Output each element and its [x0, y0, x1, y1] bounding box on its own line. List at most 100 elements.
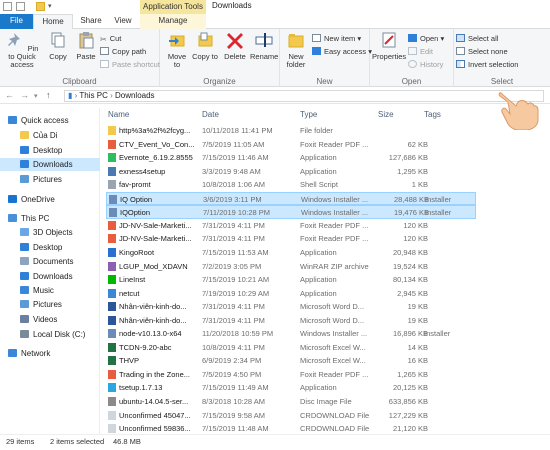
up-arrow-icon[interactable]: ↑	[46, 90, 51, 100]
file-row[interactable]: IQ Option 3/6/2019 3:11 PM Windows Install…	[106, 191, 476, 206]
nav-item-pictures[interactable]: Pictures	[0, 298, 100, 311]
easy-access-button[interactable]: Easy access ▾	[312, 46, 372, 57]
quick-access-dropdown-icon[interactable]: ▾	[48, 2, 52, 10]
nav-item-quick-access[interactable]: Quick access	[0, 114, 100, 127]
nav-item-desktop[interactable]: Desktop	[0, 241, 100, 254]
nav-item-label: Quick access	[21, 116, 69, 125]
invert-selection-label: Invert selection	[468, 60, 519, 69]
file-row[interactable]: Nhân-viên-kinh-do... 7/31/2019 4:11 PM Mic…	[106, 314, 476, 328]
back-arrow-icon[interactable]: ←	[5, 90, 14, 100]
invert-selection-button[interactable]: Invert selection	[456, 59, 518, 70]
copy-button[interactable]: Copy	[44, 31, 72, 61]
file-row[interactable]: Evernote_6.19.2.8555 7/15/2019 11:46 AM Ap…	[106, 151, 476, 165]
file-row[interactable]: JD-NV-Sale-Marketi... 7/31/2019 4:11 PM Fo…	[106, 232, 476, 246]
delete-button[interactable]: Delete	[222, 31, 248, 61]
file-row[interactable]: LineInst 7/15/2019 10:21 AM Application 80,…	[106, 273, 476, 287]
column-header-name[interactable]: Name	[108, 108, 129, 122]
rename-button[interactable]: Rename	[250, 31, 278, 61]
file-row[interactable]: IQOption 7/11/2019 10:28 PM Windows Instal…	[106, 205, 476, 219]
file-row[interactable]: http%3a%2f%2fcyg... 10/11/2018 11:41 PM Fi…	[106, 124, 476, 138]
nav-item-3d-objects[interactable]: 3D Objects	[0, 226, 100, 239]
file-name: LineInst	[108, 275, 200, 285]
nav-item-label: Music	[33, 286, 54, 295]
copy-to-button[interactable]: Copy to	[192, 31, 218, 61]
file-type: Application	[300, 288, 337, 298]
pin-quick-access-button[interactable]: Pin to Quick access	[2, 31, 42, 69]
breadcrumb-downloads[interactable]: Downloads	[115, 91, 155, 100]
forward-arrow-icon[interactable]: →	[20, 90, 29, 100]
open-button[interactable]: Open ▾	[408, 33, 444, 44]
file-row[interactable]: ubuntu-14.04.5-ser... 8/3/2018 10:28 AM Di…	[106, 395, 476, 409]
file-type: Foxit Reader PDF ...	[300, 220, 369, 230]
file-date: 11/20/2018 10:59 PM	[202, 329, 274, 339]
file-row[interactable]: Unconfirmed 45047... 7/15/2019 9:58 AM CRD…	[106, 409, 476, 423]
tab-view[interactable]: View	[108, 14, 138, 29]
file-type: Windows Installer ...	[301, 194, 369, 204]
edit-button[interactable]: Edit	[408, 46, 433, 57]
file-row[interactable]: Trading in the Zone... 7/5/2019 4:50 PM Fo…	[106, 368, 476, 382]
properties-button[interactable]: Properties	[372, 31, 406, 61]
properties-quick-icon[interactable]	[3, 2, 12, 11]
file-row[interactable]: JD-NV-Sale-Marketi... 7/31/2019 4:11 PM Fo…	[106, 219, 476, 233]
nav-item-local-disk-c[interactable]: Local Disk (C:)	[0, 328, 100, 341]
nav-item-label: OneDrive	[21, 195, 55, 204]
nav-item-downloads[interactable]: Downloads	[0, 270, 100, 283]
file-type-icon	[108, 247, 116, 257]
nav-item-network[interactable]: Network	[0, 347, 100, 360]
paste-button[interactable]: Paste	[72, 31, 100, 61]
file-name: Unconfirmed 59836...	[108, 424, 200, 434]
nav-item-desktop[interactable]: Desktop	[0, 144, 100, 157]
tab-file[interactable]: File	[0, 14, 33, 29]
checkmark-quick-icon[interactable]	[16, 2, 25, 11]
file-row[interactable]: CTV_Event_Vo_Con... 7/5/2019 11:05 AM Foxi…	[106, 138, 476, 152]
move-to-button[interactable]: Move to	[164, 31, 190, 69]
tab-manage[interactable]: Manage	[140, 14, 206, 29]
file-row[interactable]: netcut 7/19/2019 10:29 AM Application 2,945…	[106, 287, 476, 301]
paste-shortcut-button[interactable]: Paste shortcut	[100, 59, 160, 70]
breadcrumb[interactable]: ▮ › This PC › Downloads	[64, 90, 544, 102]
tab-home[interactable]: Home	[33, 14, 73, 30]
file-type: Shell Script	[300, 180, 338, 190]
file-row[interactable]: THVP 6/9/2019 2:34 PM Microsoft Excel W...…	[106, 354, 476, 368]
history-button[interactable]: History	[408, 59, 443, 70]
recent-dropdown-icon[interactable]: ▾	[34, 92, 38, 100]
nav-item-c-a-di[interactable]: Của Di	[0, 129, 100, 142]
nav-item-downloads[interactable]: Downloads	[0, 158, 100, 171]
nav-item-this-pc[interactable]: This PC	[0, 212, 100, 225]
nav-item-onedrive[interactable]: OneDrive	[0, 193, 100, 206]
nav-item-documents[interactable]: Documents	[0, 255, 100, 268]
file-row[interactable]: node-v10.13.0-x64 11/20/2018 10:59 PM Wind…	[106, 327, 476, 341]
file-size: 16,896 KB	[392, 329, 428, 339]
new-folder-quick-icon[interactable]	[36, 2, 45, 11]
new-group: New folder New item ▾ Easy access ▾ New	[280, 29, 372, 87]
file-name: Unconfirmed 45047...	[108, 410, 200, 420]
nav-item-music[interactable]: Music	[0, 284, 100, 297]
select-none-button[interactable]: Select none	[456, 46, 508, 57]
file-row[interactable]: LGUP_Mod_XDAVN 7/2/2019 3:05 PM WinRAR ZIP…	[106, 260, 476, 274]
download-icon	[20, 272, 29, 280]
copy-path-button[interactable]: Copy path	[100, 46, 146, 57]
file-row[interactable]: exness4setup 3/3/2019 9:48 AM Application 1…	[106, 165, 476, 179]
file-name-text: Unconfirmed 59836...	[119, 424, 191, 434]
select-all-button[interactable]: Select all	[456, 33, 498, 44]
file-row[interactable]: tsetup.1.7.13 7/15/2019 11:49 AM Applicati…	[106, 381, 476, 395]
nav-item-pictures[interactable]: Pictures	[0, 173, 100, 186]
column-header-tags[interactable]: Tags	[424, 108, 441, 122]
file-row[interactable]: Nhân-viên-kinh-do... 7/31/2019 4:11 PM Mic…	[106, 300, 476, 314]
new-folder-button[interactable]: New folder	[282, 31, 310, 69]
file-name: ubuntu-14.04.5-ser...	[108, 397, 200, 406]
cut-button[interactable]: ✂ Cut	[100, 33, 121, 44]
new-item-label: New item	[324, 34, 356, 43]
file-row[interactable]: KingoRoot 7/15/2019 11:53 AM Application 20…	[106, 246, 476, 260]
tab-share[interactable]: Share	[76, 14, 106, 29]
nav-item-videos[interactable]: Videos	[0, 313, 100, 326]
file-size: 62 KB	[407, 139, 428, 149]
column-header-date[interactable]: Date	[202, 108, 219, 122]
file-name-text: IQOption	[120, 208, 151, 218]
column-header-size[interactable]: Size	[378, 108, 394, 122]
file-row[interactable]: TCDN-9.20-abc 10/8/2019 4:11 PM Microsoft …	[106, 341, 476, 355]
file-row[interactable]: fav-promt 10/8/2018 1:06 AM Shell Script 1 …	[106, 178, 476, 192]
new-item-button[interactable]: New item ▾	[312, 33, 361, 44]
breadcrumb-this-pc[interactable]: This PC	[79, 91, 107, 100]
column-header-type[interactable]: Type	[300, 108, 317, 122]
